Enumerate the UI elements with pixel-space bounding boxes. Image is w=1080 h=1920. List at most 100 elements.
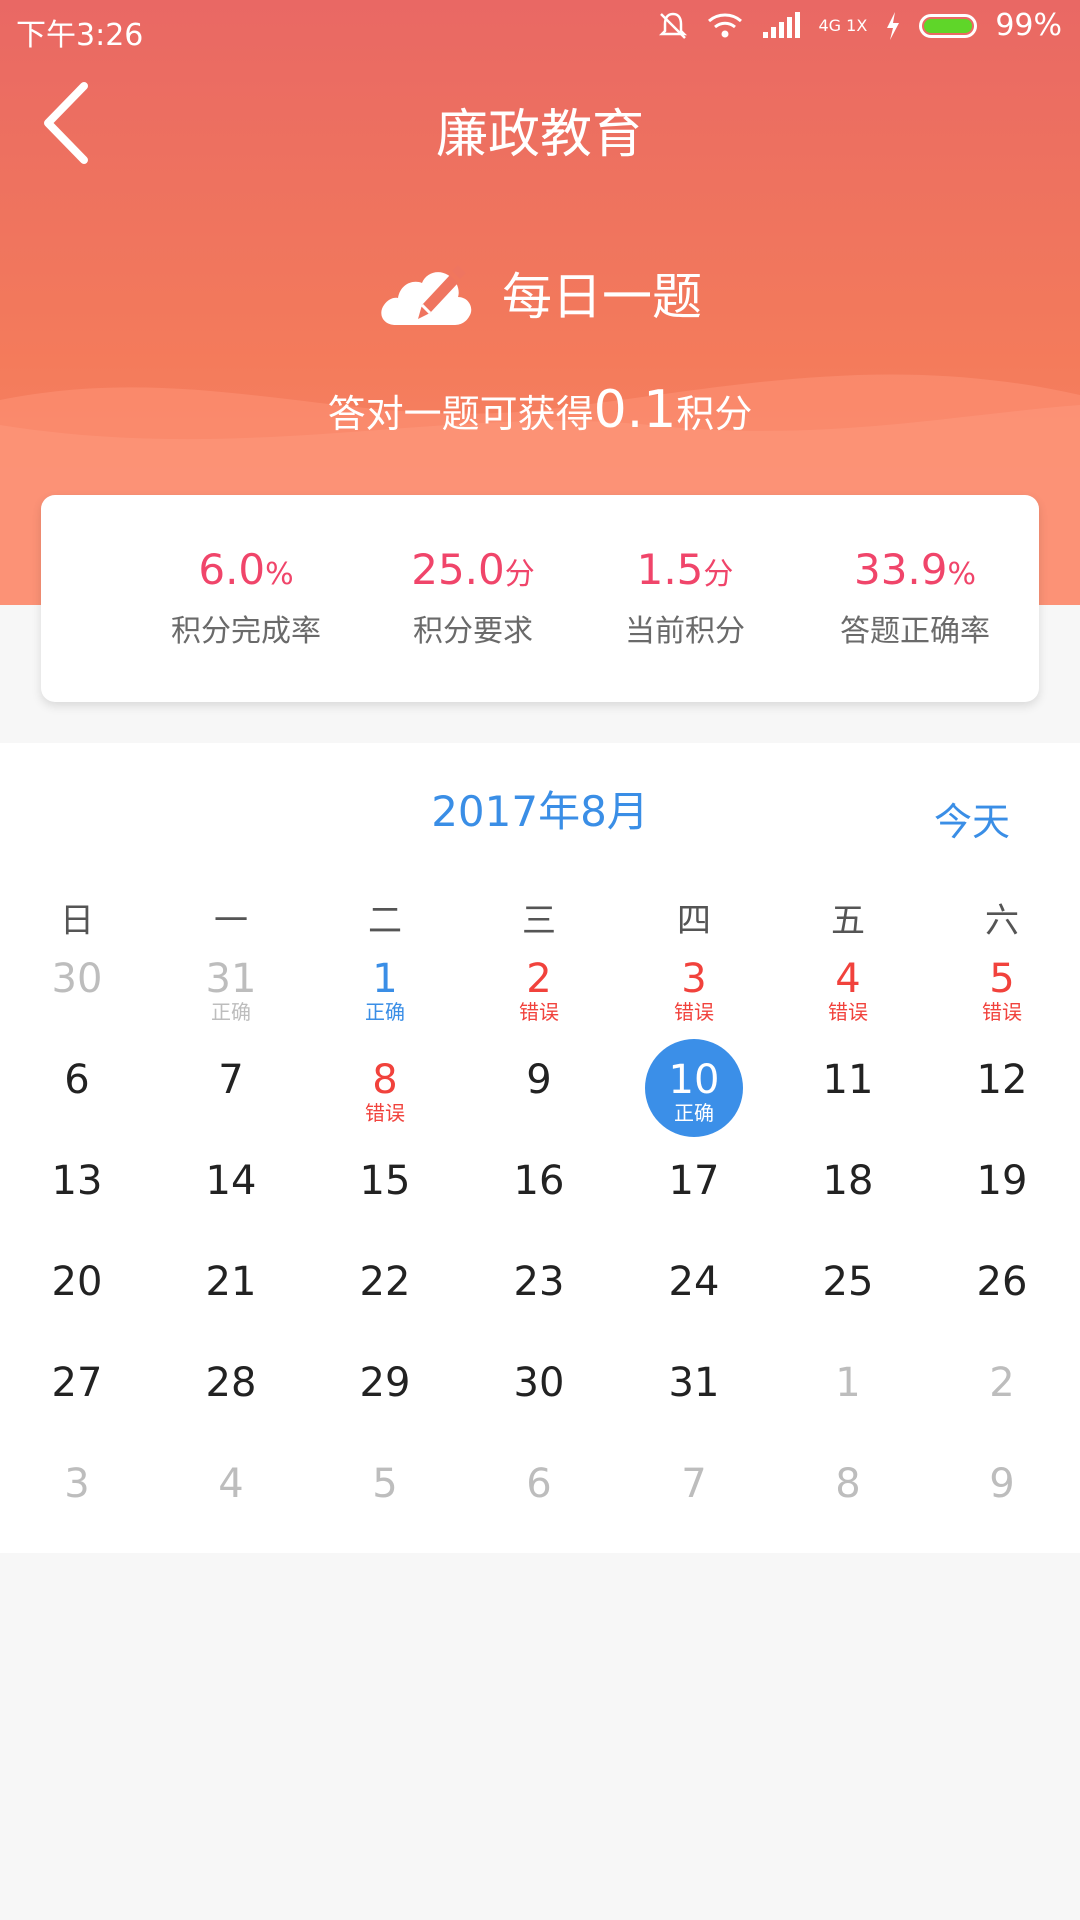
day-cell[interactable]: 4 xyxy=(181,1438,281,1538)
day-number: 30 xyxy=(51,956,103,1002)
day-cell[interactable]: 12 xyxy=(952,1034,1052,1134)
day-cell[interactable]: 8 错误 xyxy=(335,1034,435,1134)
stat-unit: % xyxy=(947,557,977,592)
day-cell[interactable]: 17 xyxy=(644,1135,744,1235)
stat-value: 33.9 xyxy=(853,545,948,594)
day-number: 31 xyxy=(668,1360,720,1406)
day-number: 5 xyxy=(372,1461,398,1507)
month-title: 2017年8月 xyxy=(431,787,649,836)
battery-percent: 99% xyxy=(995,8,1062,43)
day-cell[interactable]: 3 xyxy=(27,1438,127,1538)
day-number: 23 xyxy=(513,1259,565,1305)
day-number: 6 xyxy=(64,1057,90,1103)
day-cell[interactable]: 27 xyxy=(27,1337,127,1437)
day-cell[interactable]: 5 错误 xyxy=(952,933,1052,1033)
stat-current-points: 1.5分 当前积分 xyxy=(570,545,800,650)
day-number: 4 xyxy=(218,1461,244,1507)
day-cell[interactable]: 28 xyxy=(181,1337,281,1437)
day-cell[interactable]: 23 xyxy=(489,1236,589,1336)
day-cell[interactable]: 25 xyxy=(798,1236,898,1336)
day-number: 26 xyxy=(976,1259,1028,1305)
day-number: 5 xyxy=(989,956,1015,1002)
status-icons: 4G 1X 99% xyxy=(657,8,1062,43)
day-number: 9 xyxy=(989,1461,1015,1507)
day-cell[interactable]: 9 xyxy=(489,1034,589,1134)
stat-value: 6.0 xyxy=(198,545,266,594)
answer-correct-tag: 正确 xyxy=(674,1101,714,1125)
day-cell[interactable]: 21 xyxy=(181,1236,281,1336)
day-cell[interactable]: 3 错误 xyxy=(644,933,744,1033)
day-cell[interactable]: 2 xyxy=(952,1337,1052,1437)
day-number: 24 xyxy=(668,1259,720,1305)
day-number: 15 xyxy=(359,1158,411,1204)
day-number: 7 xyxy=(218,1057,244,1103)
day-cell[interactable]: 13 xyxy=(27,1135,127,1235)
day-cell[interactable]: 11 xyxy=(798,1034,898,1134)
answer-correct-tag: 正确 xyxy=(365,1000,405,1024)
day-number: 1 xyxy=(372,956,398,1002)
day-cell[interactable]: 15 xyxy=(335,1135,435,1235)
day-cell[interactable]: 6 xyxy=(489,1438,589,1538)
day-cell[interactable]: 30 xyxy=(27,933,127,1033)
day-cell[interactable]: 14 xyxy=(181,1135,281,1235)
today-button[interactable]: 今天 xyxy=(934,791,1010,846)
day-cell[interactable]: 1 xyxy=(798,1337,898,1437)
stat-required-points: 25.0分 积分要求 xyxy=(358,545,588,650)
day-number: 18 xyxy=(822,1158,874,1204)
day-number: 10 xyxy=(668,1057,720,1103)
page-title: 廉政教育 xyxy=(435,105,644,165)
day-number: 21 xyxy=(205,1259,257,1305)
day-cell[interactable]: 24 xyxy=(644,1236,744,1336)
day-cell[interactable]: 18 xyxy=(798,1135,898,1235)
day-cell[interactable]: 31 正确 xyxy=(181,933,281,1033)
day-cell[interactable]: 31 xyxy=(644,1337,744,1437)
stat-unit: 分 xyxy=(703,557,734,592)
stat-completion-rate: 6.0% 积分完成率 xyxy=(131,545,361,650)
answer-wrong-tag: 错误 xyxy=(674,1000,714,1024)
daily-question-banner: 每日一题 xyxy=(0,255,1080,331)
day-number: 17 xyxy=(668,1158,720,1204)
day-number: 9 xyxy=(526,1057,552,1103)
day-number: 16 xyxy=(513,1158,565,1204)
day-cell[interactable]: 8 xyxy=(798,1438,898,1538)
banner-subtitle: 答对一题可获得0.1积分 xyxy=(0,380,1080,440)
day-number: 29 xyxy=(359,1360,411,1406)
stat-unit: 分 xyxy=(504,557,535,592)
day-cell[interactable]: 4 错误 xyxy=(798,933,898,1033)
answer-wrong-tag: 错误 xyxy=(519,1000,559,1024)
day-cell[interactable]: 2 错误 xyxy=(489,933,589,1033)
day-cell-selected[interactable]: 10 正确 xyxy=(644,1034,744,1137)
day-number: 20 xyxy=(51,1259,103,1305)
stat-label: 当前积分 xyxy=(625,614,745,649)
charging-icon xyxy=(887,11,900,40)
calendar: 2017年8月 今天 日一二三四五六 30 31 正确 1 正确 2 错误 3 错误 4 错误 5 错误… xyxy=(0,743,1080,1553)
day-number: 22 xyxy=(359,1259,411,1305)
day-number: 25 xyxy=(822,1259,874,1305)
day-cell[interactable]: 30 xyxy=(489,1337,589,1437)
day-number: 30 xyxy=(513,1360,565,1406)
day-number: 8 xyxy=(372,1057,398,1103)
day-cell[interactable]: 19 xyxy=(952,1135,1052,1235)
day-cell[interactable]: 29 xyxy=(335,1337,435,1437)
day-number: 6 xyxy=(526,1461,552,1507)
subtitle-prefix: 答对一题可获得 xyxy=(327,392,594,436)
day-cell[interactable]: 7 xyxy=(644,1438,744,1538)
day-number: 8 xyxy=(835,1461,861,1507)
day-number: 4 xyxy=(835,956,861,1002)
day-cell[interactable]: 20 xyxy=(27,1236,127,1336)
day-number: 27 xyxy=(51,1360,103,1406)
day-cell[interactable]: 22 xyxy=(335,1236,435,1336)
day-cell[interactable]: 16 xyxy=(489,1135,589,1235)
day-cell[interactable]: 1 正确 xyxy=(335,933,435,1033)
day-cell[interactable]: 6 xyxy=(27,1034,127,1134)
day-cell[interactable]: 7 xyxy=(181,1034,281,1134)
stat-accuracy-rate: 33.9% 答题正确率 xyxy=(800,545,1030,650)
day-number: 14 xyxy=(205,1158,257,1204)
status-bar: 下午3:26 4G 1X 99% xyxy=(0,0,1080,56)
day-cell[interactable]: 9 xyxy=(952,1438,1052,1538)
day-number: 31 xyxy=(205,956,257,1002)
day-cell[interactable]: 5 xyxy=(335,1438,435,1538)
battery-icon xyxy=(919,13,978,38)
day-cell[interactable]: 26 xyxy=(952,1236,1052,1336)
wifi-icon xyxy=(707,13,742,37)
